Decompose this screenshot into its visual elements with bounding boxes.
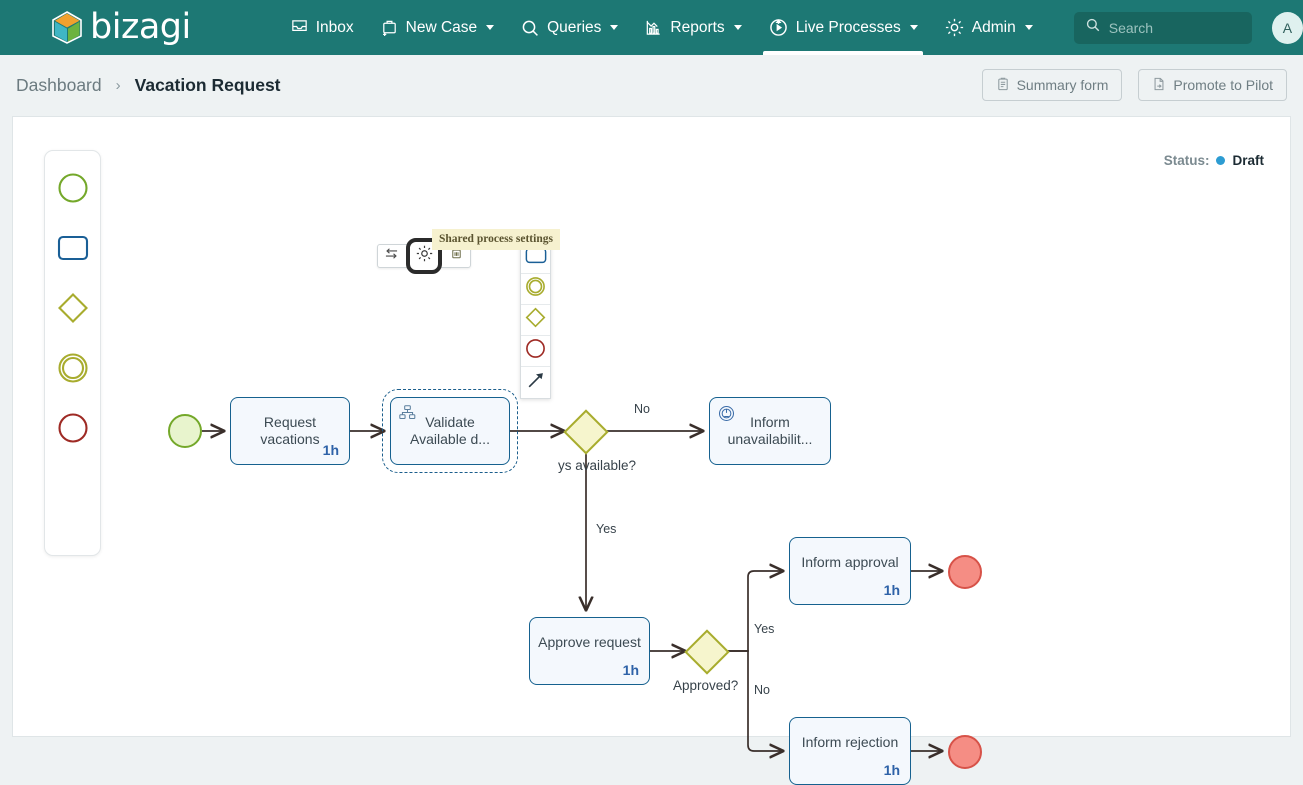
task-label: Validate Available d... — [410, 414, 490, 447]
gateway-days-available[interactable] — [563, 409, 609, 455]
intermediate-event-icon — [525, 276, 546, 302]
task-label: Approve request — [538, 634, 641, 650]
bpmn-diagram: Request vacations 1h Validate Available … — [13, 117, 1292, 785]
gear-icon — [415, 244, 434, 268]
nav-label: Inbox — [315, 18, 354, 36]
global-search[interactable] — [1073, 11, 1252, 44]
task-label: Inform unavailabilit... — [727, 414, 813, 447]
chevron-down-icon — [733, 25, 742, 30]
task-label: Inform approval — [801, 554, 899, 570]
flow-label-no-days: No — [634, 402, 650, 416]
brand-logo[interactable]: bizagi — [52, 10, 191, 45]
tooltip: Shared process settings — [432, 229, 560, 250]
sequence-flow-edges — [202, 117, 1292, 738]
exchange-arrows-icon — [384, 247, 399, 265]
search-input[interactable] — [1108, 19, 1241, 36]
gateway-approved-label: Approved? — [673, 678, 739, 693]
task-icon — [525, 247, 547, 269]
replace-element-button[interactable] — [378, 245, 405, 267]
task-inform-rejection[interactable]: Inform rejection 1h — [789, 717, 911, 785]
nav-item-queries[interactable]: Queries — [507, 0, 631, 55]
end-event-rejection[interactable] — [948, 735, 982, 769]
nav-item-reports[interactable]: Reports — [631, 0, 754, 55]
mini-palette-end-event-tool[interactable] — [521, 336, 550, 367]
file-arrow-icon — [1152, 77, 1166, 94]
task-label: Inform rejection — [801, 734, 899, 750]
task-duration: 1h — [622, 662, 639, 678]
nav-label: Queries — [547, 18, 602, 36]
breadcrumb-bar: Dashboard › Vacation Request Summary for… — [0, 55, 1303, 115]
avatar-initial: A — [1282, 19, 1293, 36]
task-duration: 1h — [883, 582, 900, 598]
gateway-approved[interactable] — [684, 629, 730, 675]
summary-form-button[interactable]: Summary form — [981, 69, 1123, 101]
nav-label: Admin — [971, 18, 1016, 36]
nav-label: New Case — [405, 18, 478, 36]
bizagi-cube-logo-icon — [52, 11, 82, 44]
end-event-icon — [525, 338, 546, 364]
task-duration: 1h — [322, 442, 339, 458]
task-approve-request[interactable]: Approve request 1h — [529, 617, 650, 685]
gear-icon — [944, 17, 965, 38]
breadcrumb-separator: › — [115, 76, 121, 94]
nav-item-inbox[interactable]: Inbox — [277, 0, 367, 55]
breadcrumb-parent[interactable]: Dashboard — [16, 75, 102, 96]
inbox-icon — [290, 18, 309, 37]
task-inform-unavailability[interactable]: Inform unavailabilit... — [709, 397, 831, 465]
gateway-icon — [525, 307, 546, 333]
nav-label: Reports — [670, 18, 725, 36]
connector-arrow-icon — [526, 370, 546, 395]
top-navigation-bar: bizagi Inbox New Case Queries Reports Li… — [0, 0, 1303, 55]
start-event[interactable] — [168, 414, 202, 448]
chart-icon — [644, 18, 663, 37]
gateway-days-available-label: ys available? — [558, 458, 637, 473]
button-label: Promote to Pilot — [1173, 77, 1273, 93]
nav-item-live-processes[interactable]: Live Processes — [755, 0, 931, 55]
brand-name: bizagi — [90, 7, 191, 47]
promote-to-pilot-button[interactable]: Promote to Pilot — [1138, 69, 1287, 101]
live-processes-icon — [768, 17, 789, 38]
briefcase-plus-icon — [380, 18, 399, 37]
nav-label: Live Processes — [795, 18, 901, 36]
gateway-shape — [684, 629, 730, 675]
mini-palette-connector-tool[interactable] — [521, 367, 550, 398]
search-icon — [520, 18, 540, 38]
task-validate-available-days[interactable]: Validate Available d... — [382, 389, 518, 473]
end-event-approval[interactable] — [948, 555, 982, 589]
primary-nav: Inbox New Case Queries Reports Live Proc… — [277, 0, 1046, 55]
process-canvas[interactable]: Status: Draft Request vacations 1h Valid… — [12, 116, 1292, 785]
chevron-down-icon — [909, 25, 918, 30]
flow-label-yes-approved: Yes — [754, 622, 775, 636]
mini-palette-gateway-tool[interactable] — [521, 305, 550, 336]
mini-palette-intermediate-event-tool[interactable] — [521, 274, 550, 305]
search-icon — [1085, 17, 1101, 38]
flow-label-no-approved: No — [754, 683, 770, 697]
button-label: Summary form — [1016, 77, 1109, 93]
contextual-shape-palette — [520, 242, 551, 399]
chevron-down-icon — [610, 25, 619, 30]
page-actions: Summary form Promote to Pilot — [981, 69, 1287, 101]
page-title: Vacation Request — [134, 74, 281, 95]
nav-item-admin[interactable]: Admin — [931, 0, 1046, 55]
task-inform-approval[interactable]: Inform approval 1h — [789, 537, 911, 605]
gateway-shape — [563, 409, 609, 455]
task-request-vacations[interactable]: Request vacations 1h — [230, 397, 350, 465]
nav-item-new-case[interactable]: New Case — [367, 0, 508, 55]
task-duration: 1h — [883, 762, 900, 778]
clipboard-icon — [996, 77, 1010, 94]
flow-label-yes-days: Yes — [596, 522, 617, 536]
chevron-down-icon — [1024, 25, 1033, 30]
avatar[interactable]: A — [1271, 11, 1303, 44]
chevron-down-icon — [486, 25, 495, 30]
